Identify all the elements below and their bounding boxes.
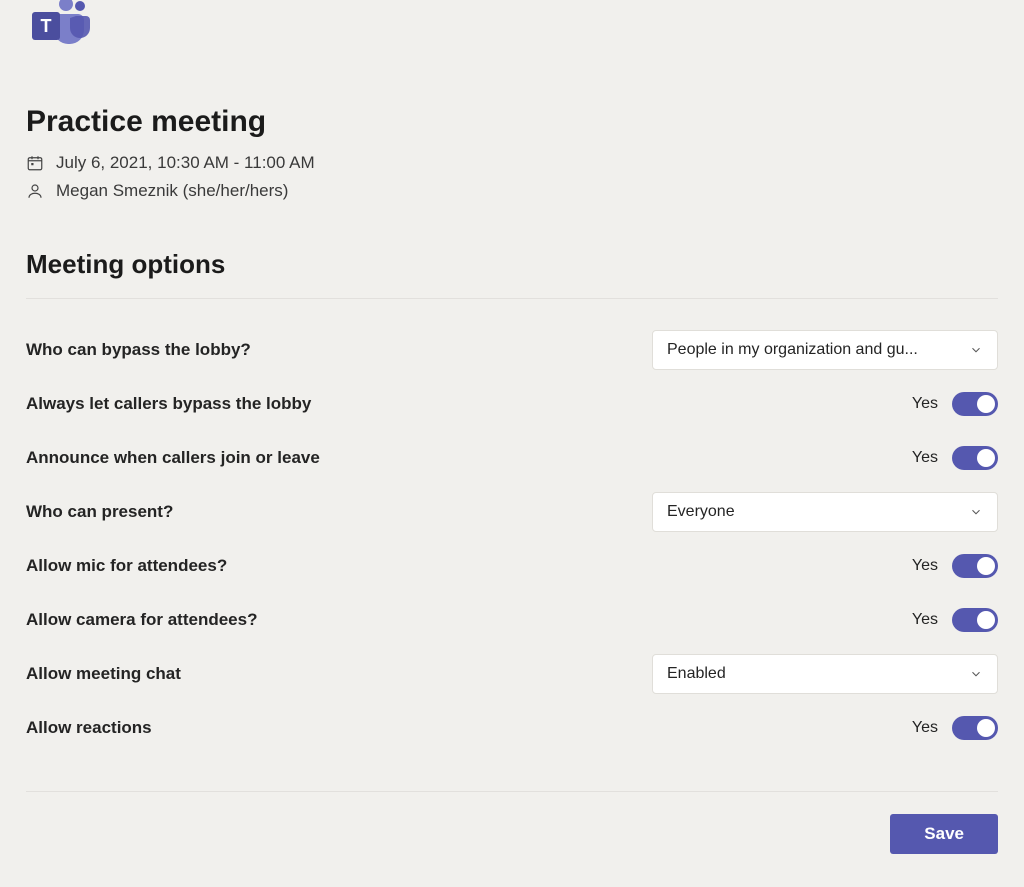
- meeting-datetime: July 6, 2021, 10:30 AM - 11:00 AM: [56, 153, 315, 173]
- option-label: Allow meeting chat: [26, 664, 181, 684]
- dropdown-value: People in my organization and gu...: [667, 341, 918, 359]
- meeting-datetime-row: July 6, 2021, 10:30 AM - 11:00 AM: [26, 153, 998, 173]
- option-label: Always let callers bypass the lobby: [26, 394, 311, 414]
- option-allow-camera: Allow camera for attendees? Yes: [26, 593, 998, 647]
- meeting-organizer: Megan Smeznik (she/her/hers): [56, 181, 288, 201]
- section-title: Meeting options: [26, 249, 998, 280]
- option-callers-bypass: Always let callers bypass the lobby Yes: [26, 377, 998, 431]
- meeting-title: Practice meeting: [26, 105, 998, 139]
- option-who-present: Who can present? Everyone: [26, 485, 998, 539]
- chevron-down-icon: [969, 343, 983, 357]
- who-present-dropdown[interactable]: Everyone: [652, 492, 998, 532]
- person-icon: [26, 182, 44, 200]
- toggle-state-text: Yes: [912, 395, 938, 413]
- allow-camera-toggle[interactable]: [952, 608, 998, 632]
- option-label: Who can present?: [26, 502, 173, 522]
- bypass-lobby-dropdown[interactable]: People in my organization and gu...: [652, 330, 998, 370]
- option-label: Allow reactions: [26, 718, 152, 738]
- meeting-chat-dropdown[interactable]: Enabled: [652, 654, 998, 694]
- option-allow-mic: Allow mic for attendees? Yes: [26, 539, 998, 593]
- option-meeting-chat: Allow meeting chat Enabled: [26, 647, 998, 701]
- footer: Save: [26, 791, 998, 854]
- meeting-organizer-row: Megan Smeznik (she/her/hers): [26, 181, 998, 201]
- allow-reactions-toggle[interactable]: [952, 716, 998, 740]
- option-announce-callers: Announce when callers join or leave Yes: [26, 431, 998, 485]
- option-label: Announce when callers join or leave: [26, 448, 320, 468]
- dropdown-value: Everyone: [667, 503, 735, 521]
- toggle-state-text: Yes: [912, 611, 938, 629]
- announce-callers-toggle[interactable]: [952, 446, 998, 470]
- option-label: Who can bypass the lobby?: [26, 340, 251, 360]
- chevron-down-icon: [969, 667, 983, 681]
- option-allow-reactions: Allow reactions Yes: [26, 701, 998, 755]
- save-button[interactable]: Save: [890, 814, 998, 854]
- calendar-icon: [26, 154, 44, 172]
- toggle-state-text: Yes: [912, 557, 938, 575]
- toggle-state-text: Yes: [912, 449, 938, 467]
- option-label: Allow camera for attendees?: [26, 610, 257, 630]
- dropdown-value: Enabled: [667, 665, 726, 683]
- callers-bypass-toggle[interactable]: [952, 392, 998, 416]
- allow-mic-toggle[interactable]: [952, 554, 998, 578]
- teams-logo: T: [26, 0, 998, 57]
- option-bypass-lobby: Who can bypass the lobby? People in my o…: [26, 323, 998, 377]
- option-label: Allow mic for attendees?: [26, 556, 227, 576]
- divider: [26, 298, 998, 299]
- svg-text:T: T: [41, 16, 52, 36]
- chevron-down-icon: [969, 505, 983, 519]
- toggle-state-text: Yes: [912, 719, 938, 737]
